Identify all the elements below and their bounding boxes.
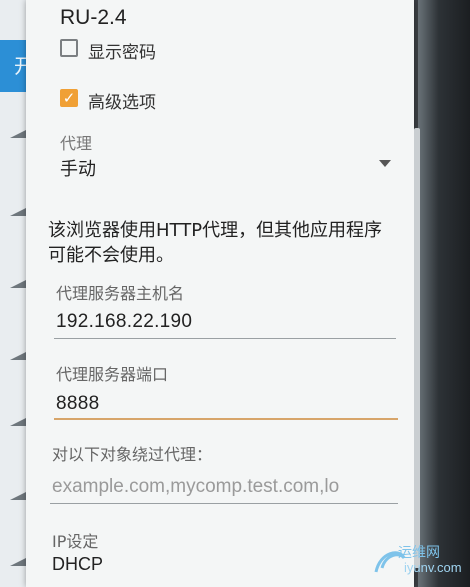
advanced-options-label[interactable]: 高级选项 (88, 88, 156, 113)
proxy-hostname-label: 代理服务器主机名 (56, 284, 185, 303)
bypass-label: 对以下对象绕过代理： (52, 445, 213, 464)
proxy-port-input[interactable]: 8888 (56, 393, 99, 415)
show-password-checkbox[interactable] (60, 39, 78, 57)
proxy-port-label: 代理服务器端口 (56, 365, 169, 384)
proxy-note: 该浏览器使用HTTP代理，但其他应用程序可能不会使用。 (48, 220, 383, 266)
watermark-brand-cn: 运维网 (398, 544, 440, 560)
bypass-underline (50, 503, 398, 504)
proxy-hostname-input[interactable]: 192.168.22.190 (56, 311, 192, 333)
bypass-input[interactable]: example.com,mycomp.test.com,lo (52, 476, 398, 498)
show-password-label[interactable]: 显示密码 (88, 38, 156, 63)
ip-settings-spinner-value[interactable]: DHCP (52, 554, 103, 575)
proxy-hostname-underline (54, 338, 396, 339)
device-bezel (418, 0, 470, 587)
wifi-config-dialog: RU-2.4 显示密码 ✓ 高级选项 代理 手动 该浏览器使用HTTP代理，但其… (26, 0, 414, 587)
ip-settings-label: IP设定 (52, 532, 99, 551)
watermark-logo: 运维网 iyunv.com (370, 540, 465, 584)
advanced-options-checkbox[interactable]: ✓ (60, 89, 78, 107)
check-icon: ✓ (62, 89, 76, 107)
proxy-spinner-value[interactable]: 手动 (60, 155, 96, 181)
scrollbar[interactable] (414, 128, 420, 568)
proxy-port-underline (54, 418, 398, 420)
proxy-label: 代理 (60, 134, 93, 153)
dialog-title: RU-2.4 (60, 6, 127, 29)
dropdown-arrow-icon[interactable] (379, 160, 391, 167)
watermark-brand-en: iyunv.com (404, 560, 462, 575)
